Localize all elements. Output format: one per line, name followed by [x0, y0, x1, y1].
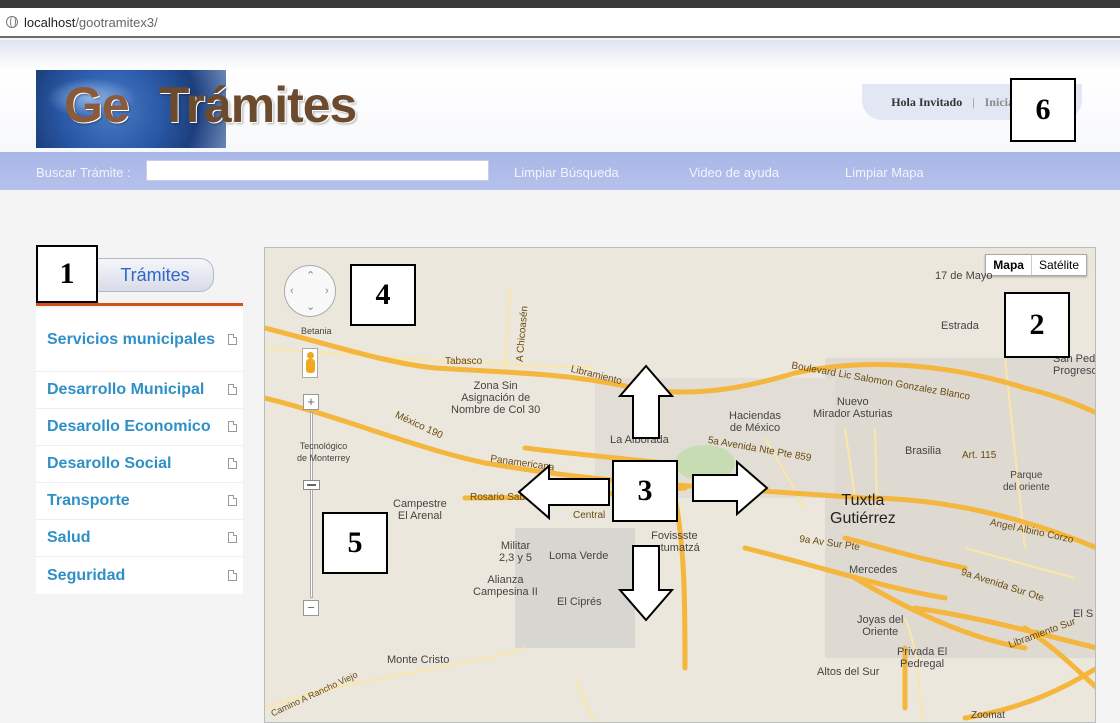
menu-item-seguridad[interactable]: Seguridad — [36, 557, 243, 594]
address-bar[interactable]: localhost/gootramitex3/ — [0, 8, 1120, 38]
document-icon — [228, 458, 237, 469]
annotation-5: 5 — [322, 512, 388, 574]
site-header: GeTrámites Hola Invitado | Iniciar sesió… — [0, 40, 1120, 152]
document-icon — [228, 384, 237, 395]
url-host: localhost — [24, 14, 76, 30]
menu-item-transporte[interactable]: Transporte — [36, 483, 243, 520]
document-icon — [228, 421, 237, 432]
document-icon — [228, 495, 237, 506]
menu-divider — [36, 303, 243, 306]
menu-item-label: Seguridad — [47, 566, 126, 584]
clear-search-link[interactable]: Limpiar Búsqueda — [514, 165, 619, 180]
menu-item-servicios-municipales[interactable]: Servicios municipales — [36, 308, 243, 372]
menu-item-label: Transporte — [47, 492, 130, 509]
document-icon — [228, 569, 237, 581]
tramites-button[interactable]: Trámites — [96, 258, 214, 292]
annotation-1: 1 — [36, 245, 98, 303]
menu-item-label: Desarollo Social — [47, 455, 172, 472]
menu-item-desarrollo-municipal[interactable]: Desarrollo Municipal — [36, 372, 243, 409]
menu-item-label: Desarollo Economico — [47, 418, 211, 435]
annotation-6: 6 — [1010, 78, 1076, 142]
help-video-link[interactable]: Video de ayuda — [689, 165, 779, 180]
document-icon — [228, 333, 237, 345]
logo-text: Ge Trámites — [64, 77, 357, 133]
arrow-right-icon — [692, 459, 769, 517]
annotation-2: 2 — [1004, 292, 1070, 358]
clear-map-link[interactable]: Limpiar Mapa — [845, 165, 924, 180]
greeting: Hola Invitado — [891, 94, 963, 109]
separator: | — [972, 94, 975, 109]
browser-top-bar — [0, 0, 1120, 8]
document-icon — [228, 532, 237, 543]
arrow-left-icon — [517, 463, 610, 521]
search-label: Buscar Trámite : — [36, 165, 131, 180]
menu-item-desarollo-economico[interactable]: Desarollo Economico — [36, 409, 243, 446]
arrow-down-icon — [617, 545, 675, 622]
annotation-4: 4 — [350, 264, 416, 326]
menu-item-label: Servicios municipales — [47, 331, 216, 348]
search-bar: Buscar Trámite : Limpiar Búsqueda Video … — [0, 152, 1120, 190]
geotramites-logo[interactable]: Ge Trámites — [36, 70, 358, 148]
category-menu: Servicios municipales Desarrollo Municip… — [36, 308, 243, 594]
menu-item-salud[interactable]: Salud — [36, 520, 243, 557]
menu-item-label: Desarrollo Municipal — [47, 381, 205, 398]
annotation-3: 3 — [612, 460, 678, 522]
globe-icon — [6, 16, 18, 28]
arrow-up-icon — [617, 364, 675, 439]
menu-item-desarollo-social[interactable]: Desarollo Social — [36, 446, 243, 483]
search-input[interactable] — [146, 160, 489, 181]
url-path: /gootramitex3/ — [75, 14, 158, 30]
menu-item-label: Salud — [47, 529, 91, 546]
